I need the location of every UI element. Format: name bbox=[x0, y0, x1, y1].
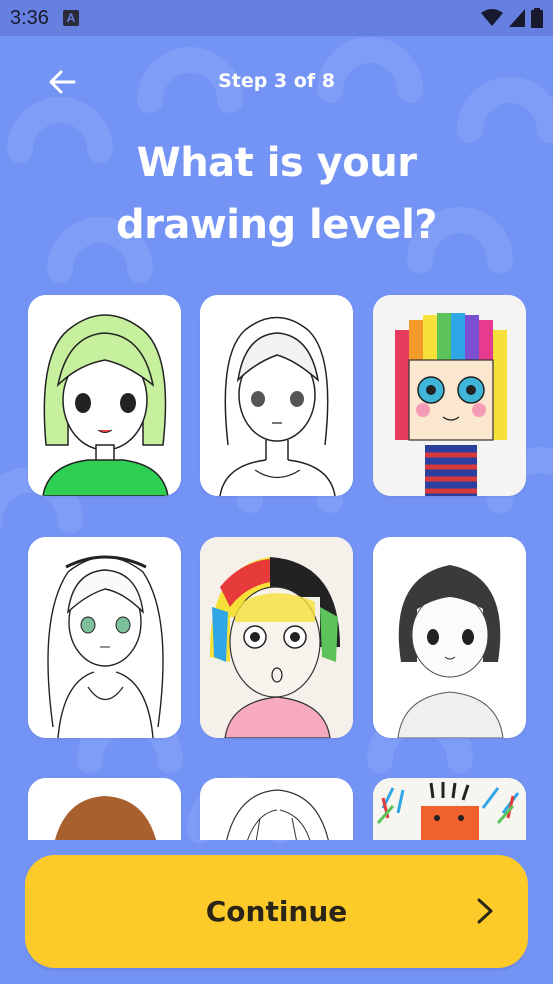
continue-button[interactable]: Continue bbox=[25, 855, 528, 968]
page-title-line-1: What is your bbox=[136, 140, 417, 186]
wifi-icon bbox=[481, 9, 503, 26]
long-hair-anime-girl-drawing-icon bbox=[28, 537, 181, 738]
brown-hair-drawing-icon bbox=[28, 778, 181, 840]
scribble-crayon-drawing-icon bbox=[373, 778, 526, 840]
drawing-level-grid bbox=[0, 290, 553, 840]
status-time: 3:36 bbox=[10, 6, 49, 29]
colorful-hair-child-drawing-icon bbox=[200, 537, 353, 738]
drawing-level-option-7[interactable] bbox=[28, 778, 181, 840]
page-title: What is your drawing level? bbox=[0, 132, 553, 256]
status-icons bbox=[481, 8, 543, 28]
anime-girl-green-hair-drawing-icon bbox=[28, 295, 181, 496]
battery-icon bbox=[531, 8, 543, 28]
drawing-level-option-3[interactable] bbox=[373, 295, 526, 496]
chevron-right-icon bbox=[477, 898, 493, 924]
rainbow-hair-girl-drawing-icon bbox=[373, 295, 526, 496]
sketch-hair-drawing-icon bbox=[200, 778, 353, 840]
arrow-left-icon bbox=[49, 70, 76, 94]
drawing-level-option-1[interactable] bbox=[28, 295, 181, 496]
page-title-line-2: drawing level? bbox=[115, 202, 438, 248]
drawing-level-option-6[interactable] bbox=[373, 537, 526, 738]
signal-icon bbox=[509, 9, 525, 27]
drawing-level-option-4[interactable] bbox=[28, 537, 181, 738]
step-indicator: Step 3 of 8 bbox=[218, 70, 335, 92]
header: Step 3 of 8 bbox=[0, 56, 553, 106]
back-button[interactable] bbox=[44, 64, 80, 100]
drawing-level-option-2[interactable] bbox=[200, 295, 353, 496]
drawing-level-option-8[interactable] bbox=[200, 778, 353, 840]
drawing-level-option-5[interactable] bbox=[200, 537, 353, 738]
notification-a-icon: A bbox=[62, 10, 79, 26]
status-bar: 3:36 A bbox=[0, 0, 553, 36]
short-bob-girl-pencil-drawing-icon bbox=[373, 537, 526, 738]
continue-label: Continue bbox=[205, 895, 348, 928]
drawing-level-option-9[interactable] bbox=[373, 778, 526, 840]
anime-girl-lineart-drawing-icon bbox=[200, 295, 353, 496]
